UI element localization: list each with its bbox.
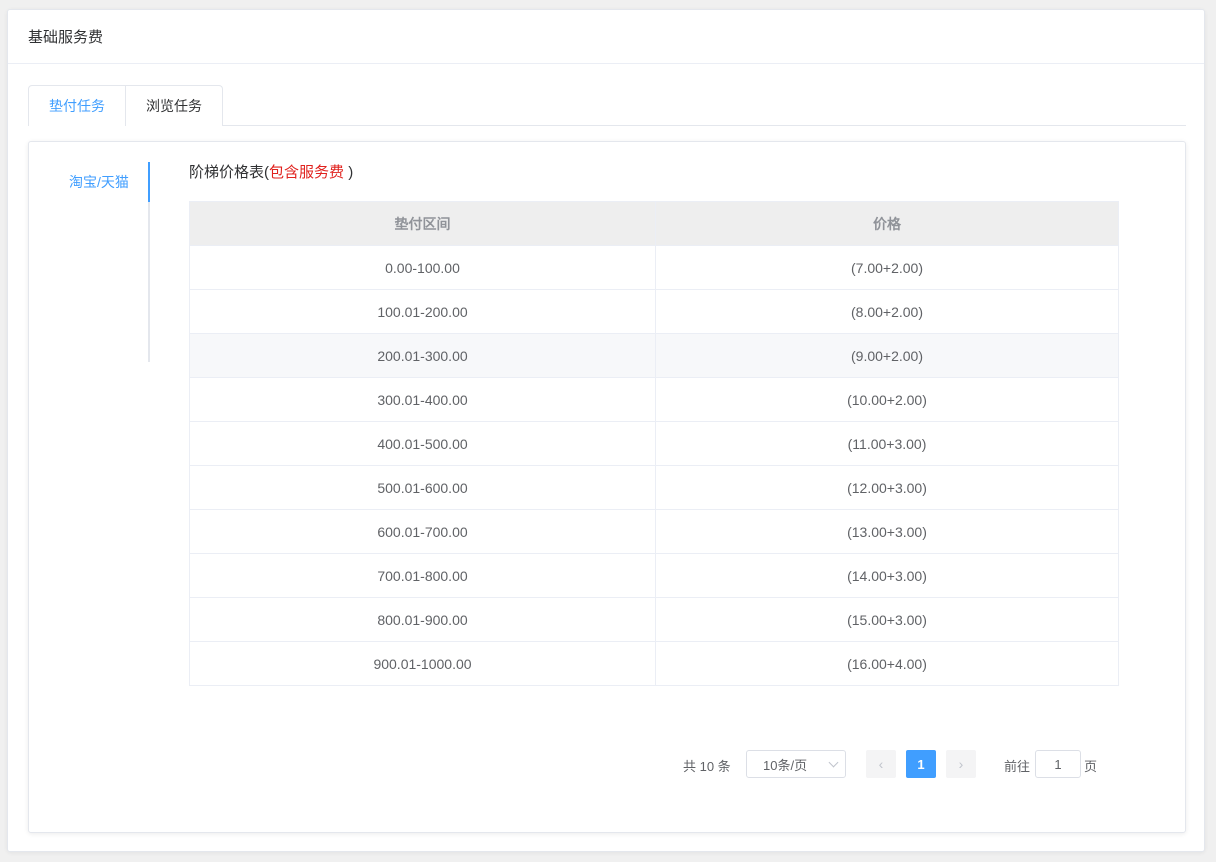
- table-row: 500.01-600.00 (12.00+3.00): [189, 465, 1119, 510]
- price-table: 垫付区间 价格 0.00-100.00 (7.00+2.00) 100.01-20…: [189, 201, 1119, 686]
- chevron-right-icon: ›: [958, 756, 964, 772]
- page-title: 基础服务费: [28, 29, 104, 46]
- range-cell: 100.01-200.00: [189, 289, 656, 334]
- table-row: 300.01-400.00 (10.00+2.00): [189, 377, 1119, 422]
- platform-tabs: 淘宝/天猫: [49, 162, 150, 362]
- chevron-down-icon: [828, 757, 839, 768]
- price-cell: (15.00+3.00): [655, 597, 1119, 642]
- range-cell: 300.01-400.00: [189, 377, 656, 422]
- range-cell: 700.01-800.00: [189, 553, 656, 598]
- next-page-button[interactable]: ›: [946, 750, 976, 778]
- tab-label: 垫付任务: [49, 98, 105, 114]
- goto-label: 前往: [1004, 759, 1031, 774]
- pagination-total: 共 10 条: [683, 759, 731, 774]
- task-tabs: 垫付任务 浏览任务: [28, 85, 1186, 127]
- table-row: 200.01-300.00 (9.00+2.00): [189, 333, 1119, 378]
- tab-panel: 淘宝/天猫 阶梯价格表(包含服务费 ) 垫付区间 价格 0.00-100.00(…: [28, 141, 1186, 833]
- tab-browse-task[interactable]: 浏览任务: [125, 85, 223, 126]
- price-cell: (11.00+3.00): [655, 421, 1119, 466]
- range-cell: 400.01-500.00: [189, 421, 656, 466]
- table-row: 700.01-800.00 (14.00+3.00): [189, 553, 1119, 598]
- service-fee-card: 基础服务费 垫付任务 浏览任务 淘宝/天猫 阶梯价格表(包含服务费 ) 垫付区间…: [7, 9, 1205, 852]
- table-header-row: 垫付区间 价格: [189, 201, 1119, 246]
- tab-label: 浏览任务: [146, 98, 202, 114]
- tab-advance-task[interactable]: 垫付任务: [28, 85, 126, 127]
- price-cell: (8.00+2.00): [655, 289, 1119, 334]
- section-title-text: 阶梯价格表(: [189, 164, 269, 181]
- card-header: 基础服务费: [8, 10, 1204, 64]
- price-cell: (12.00+3.00): [655, 465, 1119, 510]
- table-row: 100.01-200.00 (8.00+2.00): [189, 289, 1119, 334]
- price-cell: (14.00+3.00): [655, 553, 1119, 598]
- page-size-value: 10条/页: [763, 757, 808, 773]
- page-number-current[interactable]: 1: [906, 750, 936, 778]
- price-cell: (16.00+4.00): [655, 641, 1119, 686]
- active-tab-indicator: [148, 162, 150, 202]
- table-row: 900.01-1000.00 (16.00+4.00): [189, 641, 1119, 686]
- section-title-suffix: ): [348, 164, 354, 181]
- range-cell: 0.00-100.00: [189, 245, 656, 290]
- page-size-select[interactable]: 10条/页: [746, 750, 846, 778]
- tab-taobao-tmall[interactable]: 淘宝/天猫: [49, 162, 150, 202]
- chevron-left-icon: ‹: [878, 756, 884, 772]
- price-cell: (7.00+2.00): [655, 245, 1119, 290]
- range-cell: 900.01-1000.00: [189, 641, 656, 686]
- table-row: 400.01-500.00 (11.00+3.00): [189, 421, 1119, 466]
- price-cell: (9.00+2.00): [655, 333, 1119, 378]
- goto-suffix: 页: [1084, 759, 1098, 774]
- range-cell: 600.01-700.00: [189, 509, 656, 554]
- column-header-price: 价格: [655, 201, 1119, 246]
- prev-page-button[interactable]: ‹: [866, 750, 896, 778]
- range-cell: 200.01-300.00: [189, 333, 656, 378]
- column-header-range: 垫付区间: [189, 201, 656, 246]
- tab-label: 淘宝/天猫: [69, 174, 129, 190]
- section-title: 阶梯价格表(包含服务费 ): [189, 161, 353, 182]
- goto-page-input[interactable]: [1035, 750, 1081, 778]
- range-cell: 800.01-900.00: [189, 597, 656, 642]
- section-title-highlight: 包含服务费: [269, 164, 345, 181]
- table-row: 800.01-900.00 (15.00+3.00): [189, 597, 1119, 642]
- price-cell: (10.00+2.00): [655, 377, 1119, 422]
- price-cell: (13.00+3.00): [655, 509, 1119, 554]
- range-cell: 500.01-600.00: [189, 465, 656, 510]
- table-row: 600.01-700.00 (13.00+3.00): [189, 509, 1119, 554]
- table-row: 0.00-100.00 (7.00+2.00): [189, 245, 1119, 290]
